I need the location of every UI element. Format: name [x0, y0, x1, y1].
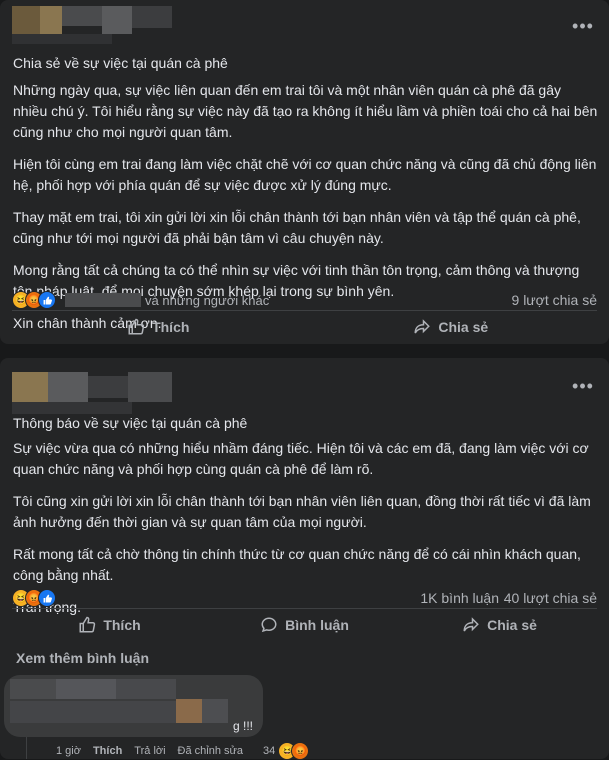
author-avatar-blurred[interactable]	[12, 372, 172, 418]
like-label: Thích	[152, 319, 190, 335]
thread-line	[26, 737, 27, 759]
thumbs-up-icon	[79, 616, 96, 633]
reactions-summary[interactable]: 😆 😡 và những người khác 9 lượt chia sẻ	[12, 290, 597, 310]
more-options-button[interactable]: •••	[571, 14, 595, 38]
share-count[interactable]: 40 lượt chia sẻ	[504, 590, 597, 606]
more-horizontal-icon: •••	[572, 375, 594, 396]
post-actions: Thích Bình luận Chia sẻ	[12, 608, 597, 642]
share-button[interactable]: Chia sẻ	[402, 608, 597, 642]
thumbs-up-icon	[128, 318, 145, 335]
share-count[interactable]: 9 lượt chia sẻ	[512, 292, 597, 308]
post-title: Thông báo về sự việc tại quán cà phê	[13, 415, 248, 431]
post-paragraph: Sự việc vừa qua có những hiểu nhầm đáng …	[13, 440, 589, 477]
like-label: Thích	[103, 617, 141, 633]
like-reaction-icon	[38, 589, 56, 607]
see-more-comments-link[interactable]: Xem thêm bình luận	[16, 650, 149, 666]
comment-text-tail: g !!!	[233, 719, 254, 733]
comment-reaction-count: 34	[263, 745, 276, 757]
more-options-button[interactable]: •••	[571, 374, 595, 398]
post-card-1: ••• Chia sẻ về sự việc tại quán cà phê N…	[0, 0, 609, 344]
comment-button[interactable]: Bình luận	[207, 608, 402, 642]
comment-reactions[interactable]: 34 😆 😡	[263, 742, 310, 760]
share-label: Chia sẻ	[487, 617, 537, 633]
post-paragraph: Tôi cũng xin gửi lời xin lỗi chân thành …	[13, 493, 591, 530]
comment-meta: 1 giờ Thích Trả lời Đã chỉnh sửa 34 😆 😡	[56, 742, 310, 760]
comment-time[interactable]: 1 giờ	[56, 745, 81, 757]
comment-bubble: g !!!	[4, 675, 263, 737]
reaction-icons: 😆 😡	[12, 291, 56, 309]
share-label: Chia sẻ	[438, 319, 489, 335]
comment-reply-link[interactable]: Trả lời	[134, 745, 165, 757]
share-button[interactable]: Chia sẻ	[305, 310, 598, 344]
comment-count[interactable]: 1K bình luận	[420, 590, 499, 606]
comment-edited-label: Đã chỉnh sửa	[177, 745, 243, 757]
post-paragraph: Thay mặt em trai, tôi xin gửi lời xin lỗ…	[13, 209, 581, 246]
reactor-name-blurred[interactable]	[65, 293, 141, 307]
reaction-icons: 😆 😡	[12, 589, 56, 607]
post-paragraph: Rất mong tất cả chờ thông tin chính thức…	[13, 546, 581, 583]
comment-label: Bình luận	[285, 617, 349, 633]
commenter-name-blurred[interactable]	[10, 679, 56, 699]
like-reaction-icon	[38, 291, 56, 309]
more-horizontal-icon: •••	[572, 15, 594, 36]
like-button[interactable]: Thích	[12, 310, 305, 344]
like-button[interactable]: Thích	[12, 608, 207, 642]
share-arrow-icon	[414, 319, 431, 334]
share-arrow-icon	[463, 617, 479, 632]
author-avatar-blurred[interactable]	[12, 6, 172, 44]
post-actions: Thích Chia sẻ	[12, 310, 597, 344]
comment-like-link[interactable]: Thích	[93, 745, 122, 757]
reactions-summary[interactable]: 😆 😡 1K bình luận 40 lượt chia sẻ	[12, 588, 597, 608]
post-paragraph: Hiện tôi cùng em trai đang làm việc chặt…	[13, 156, 597, 193]
reactions-others-text: và những người khác	[145, 292, 270, 308]
speech-bubble-icon	[261, 617, 277, 633]
post-title: Chia sẻ về sự việc tại quán cà phê	[13, 55, 228, 71]
post-paragraph: Những ngày qua, sự việc liên quan đến em…	[13, 82, 598, 140]
